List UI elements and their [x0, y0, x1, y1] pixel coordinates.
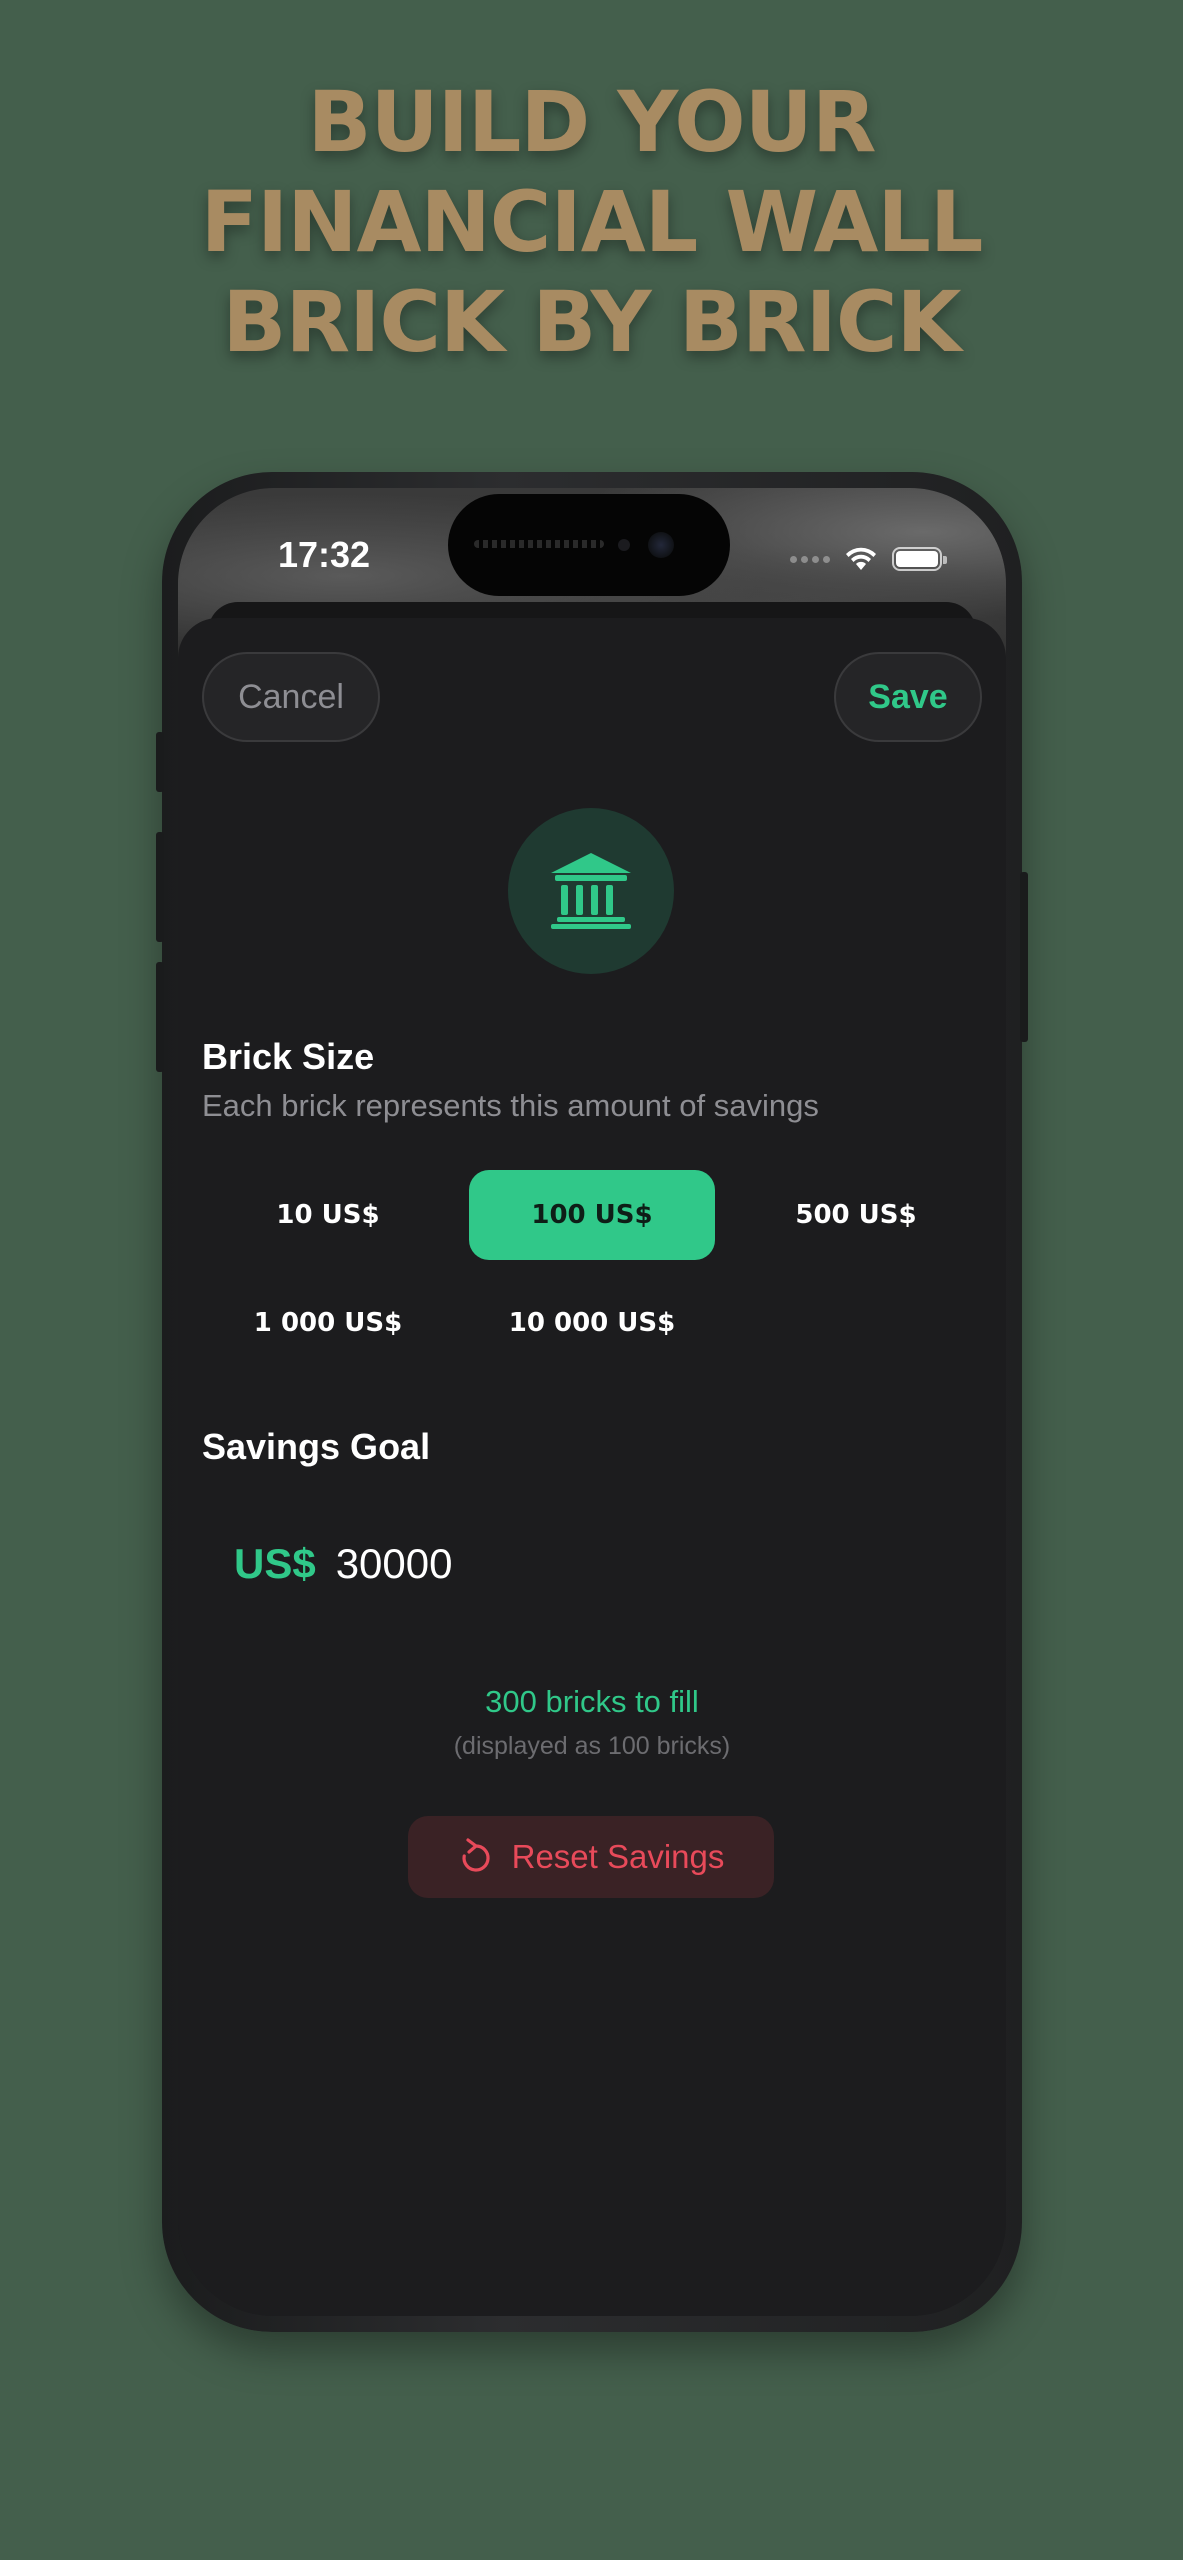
- wifi-icon: [846, 547, 876, 570]
- headline-line-1: BUILD YOUR: [307, 73, 876, 171]
- power-button: [1020, 872, 1028, 1042]
- cancel-button[interactable]: Cancel: [202, 652, 380, 742]
- bricks-to-fill-text: 300 bricks to fill: [485, 1684, 699, 1719]
- mute-switch: [156, 732, 164, 792]
- volume-up-button: [156, 832, 164, 942]
- brick-size-subtitle: Each brick represents this amount of sav…: [202, 1088, 819, 1123]
- camera-icon: [648, 532, 674, 558]
- dynamic-island: [448, 494, 730, 596]
- status-time: 17:32: [278, 534, 371, 575]
- phone-frame: 17:32 Cancel Save Brick Size Each brick …: [156, 472, 1028, 2332]
- save-button[interactable]: Save: [834, 652, 982, 742]
- reset-savings-button[interactable]: Reset Savings: [408, 1816, 774, 1898]
- brick-size-title: Brick Size: [202, 1036, 375, 1077]
- marketing-headline: BUILD YOUR FINANCIAL WALL BRICK BY BRICK: [0, 72, 1183, 372]
- cellular-icon: [790, 555, 830, 563]
- displayed-bricks-note: (displayed as 100 bricks): [453, 1732, 731, 1760]
- brick-size-option-100[interactable]: 100 US$: [469, 1170, 715, 1260]
- reset-savings-label: Reset Savings: [511, 1838, 725, 1875]
- headline-line-2: FINANCIAL WALL: [200, 173, 984, 271]
- bank-icon: [551, 853, 631, 929]
- settings-sheet: Cancel Save Brick Size Each brick repres…: [178, 618, 1006, 2316]
- status-icons: [790, 546, 947, 572]
- brick-size-option-10000[interactable]: 10 000 US$: [469, 1278, 715, 1368]
- bank-icon-badge: [508, 808, 674, 974]
- savings-goal-field[interactable]: US$ 30000: [234, 1540, 453, 1588]
- headline-line-3: BRICK BY BRICK: [222, 273, 961, 371]
- status-bar: 17:32: [178, 488, 1006, 608]
- brick-size-option-10[interactable]: 10 US$: [205, 1170, 451, 1260]
- phone-screen: 17:32 Cancel Save Brick Size Each brick …: [178, 488, 1006, 2316]
- battery-icon: [892, 547, 947, 571]
- savings-goal-title: Savings Goal: [202, 1426, 431, 1467]
- brick-size-option-500[interactable]: 500 US$: [733, 1170, 979, 1260]
- reset-icon: [462, 1838, 490, 1872]
- volume-down-button: [156, 962, 164, 1072]
- brick-size-option-1000[interactable]: 1 000 US$: [205, 1278, 451, 1368]
- goal-currency-label: US$: [234, 1540, 316, 1587]
- goal-amount-input[interactable]: 30000: [336, 1540, 453, 1588]
